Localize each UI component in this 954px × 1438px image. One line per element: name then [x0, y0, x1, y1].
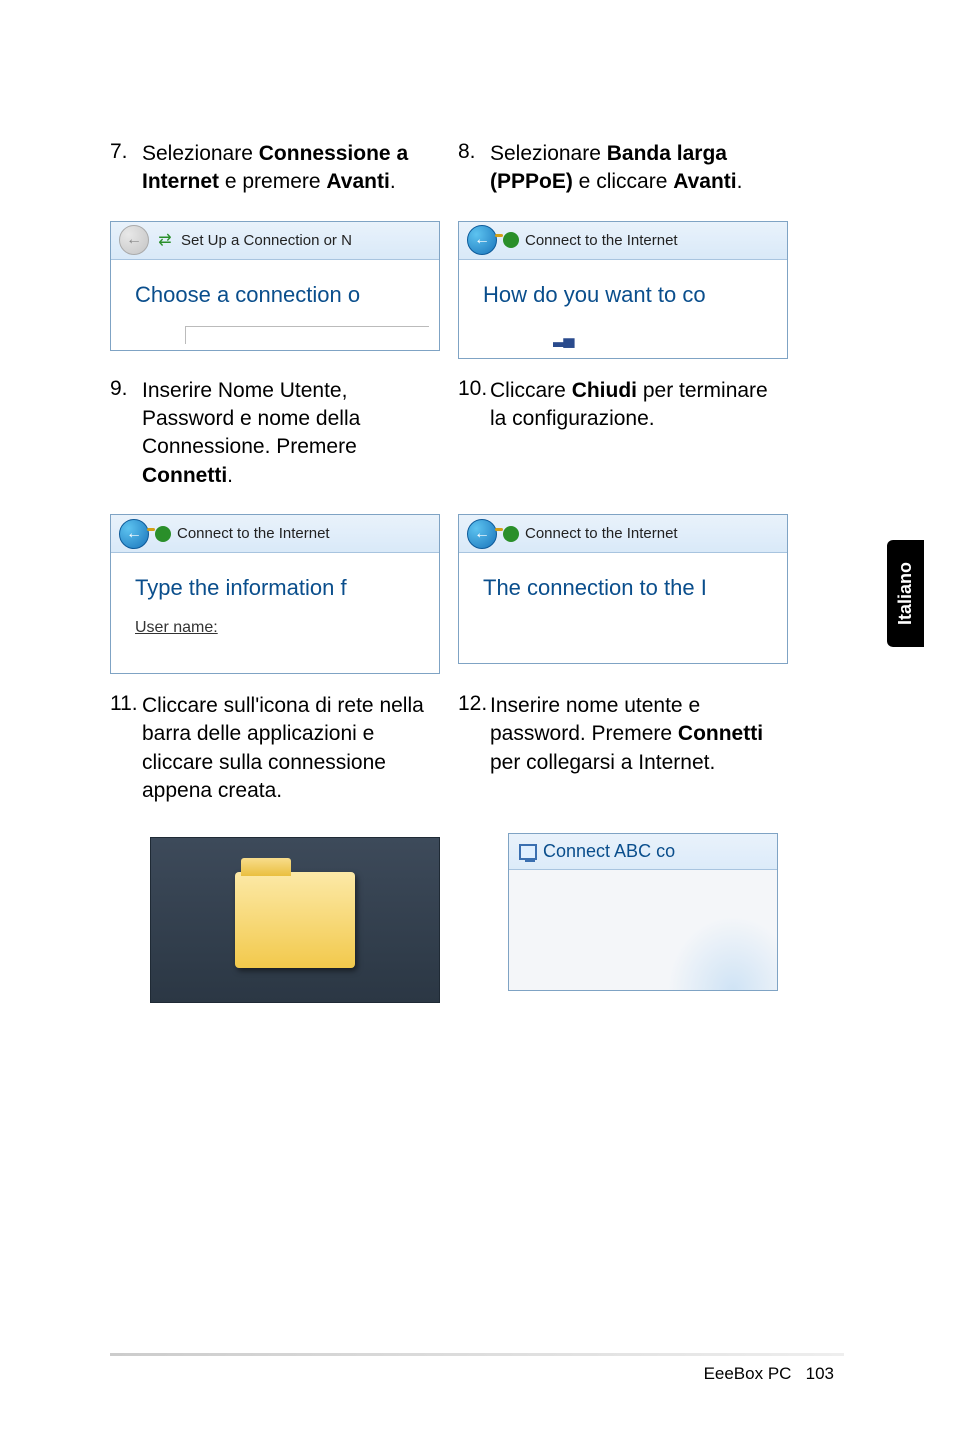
- window-titlebar: ← Connect to the Internet: [459, 222, 787, 260]
- username-label: User name:: [135, 619, 429, 637]
- window-title: Connect to the Internet: [525, 232, 678, 249]
- step-number: 12.: [458, 692, 490, 777]
- text-fragment: Inserire Nome Utente, Password e nome de…: [142, 379, 360, 459]
- text-fragment: .: [227, 464, 233, 487]
- page-number: 103: [806, 1364, 834, 1383]
- step-number: 9.: [110, 377, 142, 490]
- text-bold: Avanti: [673, 170, 736, 193]
- step-8: 8. Selezionare Banda larga (PPPoE) e cli…: [458, 140, 790, 197]
- text-bold: Connetti: [142, 464, 227, 487]
- setup-connection-icon: ⇄: [155, 230, 175, 250]
- window-body: Choose a connection o: [111, 260, 439, 350]
- folder-icon: [235, 872, 355, 968]
- screenshot-9: ← Connect to the Internet Type the infor…: [110, 514, 440, 674]
- window-body: Type the information f User name:: [111, 553, 439, 673]
- window-titlebar: ← Connect to the Internet: [111, 515, 439, 553]
- step-7: 7. Selezionare Connessione a Internet e …: [110, 140, 442, 197]
- step-text: Selezionare Banda larga (PPPoE) e clicca…: [490, 140, 782, 197]
- page-content: 7. Selezionare Connessione a Internet e …: [110, 140, 790, 1021]
- window-title: Set Up a Connection or N: [181, 232, 352, 249]
- page-footer: EeeBox PC 103: [704, 1364, 834, 1384]
- text-fragment: Inserire nome utente e password. Premere: [490, 694, 700, 745]
- window-body: How do you want to co: [459, 260, 787, 358]
- footer-rule: [110, 1353, 844, 1356]
- step-number: 11.: [110, 692, 142, 805]
- option-list-fragment: [185, 326, 429, 344]
- language-side-tab: Italiano: [887, 540, 924, 647]
- wizard-heading: The connection to the I: [483, 575, 777, 601]
- back-button[interactable]: ←: [119, 519, 149, 549]
- step-text: Inserire Nome Utente, Password e nome de…: [142, 377, 434, 490]
- step-10: 10. Cliccare Chiudi per terminare la con…: [458, 377, 790, 434]
- step-text: Selezionare Connessione a Internet e pre…: [142, 140, 434, 197]
- step-9: 9. Inserire Nome Utente, Password e nome…: [110, 377, 442, 490]
- window-body: The connection to the I: [459, 553, 787, 663]
- text-bold: Chiudi: [572, 379, 637, 402]
- step-number: 8.: [458, 140, 490, 197]
- window-titlebar: ← ⇄ Set Up a Connection or N: [111, 222, 439, 260]
- connect-internet-icon: [155, 526, 171, 542]
- wireless-option-fragment: [553, 328, 777, 348]
- step-number: 10.: [458, 377, 490, 434]
- step-11: 11. Cliccare sull'icona di rete nella ba…: [110, 692, 442, 805]
- text-bold: Connetti: [678, 722, 763, 745]
- connect-internet-icon: [503, 526, 519, 542]
- product-name: EeeBox PC: [704, 1364, 792, 1383]
- step-12: 12. Inserire nome utente e password. Pre…: [458, 692, 790, 777]
- text-fragment: .: [737, 170, 743, 193]
- step-text: Inserire nome utente e password. Premere…: [490, 692, 782, 777]
- dialog-titlebar: Connect ABC co: [509, 834, 777, 870]
- screenshot-11: [150, 837, 440, 1003]
- back-button[interactable]: ←: [467, 519, 497, 549]
- window-titlebar: ← Connect to the Internet: [459, 515, 787, 553]
- text-fragment: per collegarsi a Internet.: [490, 751, 715, 774]
- window-title: Connect to the Internet: [525, 525, 678, 542]
- step-number: 7.: [110, 140, 142, 197]
- screenshot-8: ← Connect to the Internet How do you wan…: [458, 221, 788, 359]
- dialog-title: Connect ABC co: [543, 841, 675, 862]
- text-fragment: e cliccare: [573, 170, 673, 193]
- wizard-heading: Type the information f: [135, 575, 429, 601]
- wizard-heading: How do you want to co: [483, 282, 777, 308]
- wizard-heading: Choose a connection o: [135, 282, 429, 308]
- text-fragment: Selezionare: [490, 142, 607, 165]
- step-text: Cliccare sull'icona di rete nella barra …: [142, 692, 434, 805]
- back-button[interactable]: ←: [119, 225, 149, 255]
- text-fragment: .: [390, 170, 396, 193]
- dialog-body: [509, 870, 777, 990]
- text-fragment: Cliccare: [490, 379, 572, 402]
- window-title: Connect to the Internet: [177, 525, 330, 542]
- connect-internet-icon: [503, 232, 519, 248]
- screenshot-7: ← ⇄ Set Up a Connection or N Choose a co…: [110, 221, 440, 351]
- screenshot-12: Connect ABC co: [508, 833, 778, 991]
- back-button[interactable]: ←: [467, 225, 497, 255]
- screenshot-10: ← Connect to the Internet The connection…: [458, 514, 788, 664]
- text-fragment: e premere: [219, 170, 326, 193]
- text-fragment: Selezionare: [142, 142, 259, 165]
- text-bold: Avanti: [326, 170, 389, 193]
- connection-icon: [519, 844, 537, 860]
- step-text: Cliccare Chiudi per terminare la configu…: [490, 377, 782, 434]
